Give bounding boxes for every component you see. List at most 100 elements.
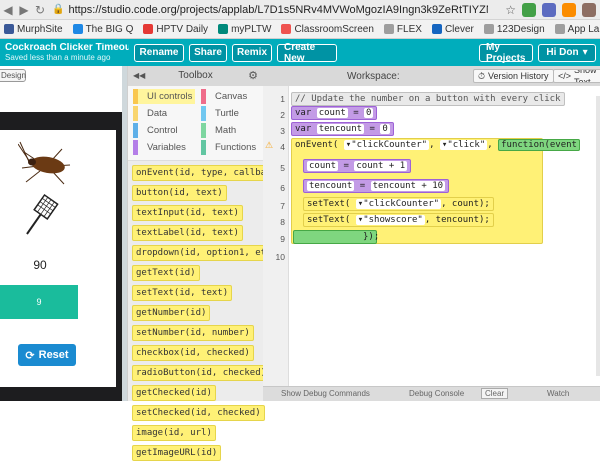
toolbox-block[interactable]: getText(id) [132, 265, 200, 281]
toolbox-block[interactable]: setText(id, text) [132, 285, 233, 301]
toolbox-block[interactable]: dropdown(id, option1, etc) [132, 245, 281, 261]
bookmark-item[interactable]: HPTV Daily [143, 24, 208, 35]
bookmark-item[interactable]: App Lab Code.org [554, 23, 600, 35]
toolbox-block[interactable]: setChecked(id, checked) [132, 405, 265, 421]
toolbox-category[interactable]: Variables [133, 140, 195, 155]
version-history-button[interactable]: ⏱ Version History [473, 69, 554, 83]
event-target-dropdown[interactable]: ▾"clickCounter" [343, 140, 430, 150]
toolbox-block[interactable]: image(id, url) [132, 425, 216, 441]
toolbox-category[interactable]: Canvas [201, 89, 263, 104]
settext-showscore-block[interactable]: setText( ▾"showscore", tencount); [303, 213, 494, 227]
assign-rhs[interactable]: count + 1 [354, 161, 408, 171]
toolbox-category[interactable]: UI controls [133, 89, 195, 104]
bookmark-star-icon[interactable]: ☆ [505, 3, 516, 17]
my-projects-button[interactable]: My Projects [479, 42, 533, 64]
line-number: 7 [280, 201, 285, 211]
var-name[interactable]: tencount [316, 124, 365, 134]
reload-icon[interactable]: ↻ [32, 2, 48, 18]
assign-count-block[interactable]: count = count + 1 [303, 159, 412, 173]
user-menu-button[interactable]: Hi Don ▾ [538, 43, 596, 62]
line-number-gutter: 1 2 3 4 5 6 7 8 9 10 ⚠ [263, 86, 289, 386]
bookmark-item[interactable]: MurphSite [4, 24, 63, 35]
settext-value[interactable]: count [452, 199, 479, 209]
forward-icon[interactable]: ▶ [16, 2, 32, 18]
bookmark-label: 123Design [496, 23, 545, 35]
bookmark-item[interactable]: FLEX [383, 24, 422, 35]
close-brace: }); [363, 232, 380, 242]
reset-label: Reset [38, 349, 69, 361]
toolbox-block[interactable]: getImageURL(id) [132, 445, 222, 461]
clear-button[interactable]: Clear [481, 388, 509, 399]
share-button[interactable]: Share [189, 43, 227, 62]
toolbox-blocks: onEvent(id, type, callback) button(id, te… [128, 161, 287, 465]
toolbox-category[interactable]: Functions [201, 140, 263, 155]
assign-rhs[interactable]: tencount + 10 [370, 181, 446, 191]
app-header: Cockroach Clicker Timeout Saved less tha… [0, 39, 600, 66]
toolbox-block[interactable]: getChecked(id) [132, 385, 216, 401]
reset-button[interactable]: ⟳ Reset [18, 344, 76, 366]
assign-lhs[interactable]: count [307, 161, 339, 171]
extension-icon[interactable] [542, 2, 556, 17]
toolbox-category[interactable]: Data [133, 106, 195, 121]
click-counter-button[interactable]: 9 [0, 285, 78, 319]
create-new-button[interactable]: Create New [277, 42, 337, 64]
settext-target-dropdown[interactable]: ▾"clickCounter" [355, 199, 442, 209]
warning-icon[interactable]: ⚠ [265, 140, 273, 151]
var-value[interactable]: 0 [364, 108, 374, 118]
bookmark-item[interactable]: Clever [431, 24, 474, 35]
show-text-button[interactable]: </> Show Text [553, 69, 600, 83]
assign-lhs[interactable]: tencount [307, 181, 355, 191]
debug-commands-toggle[interactable]: Show Debug Commands [281, 389, 370, 398]
bookmark-item[interactable]: ClassroomScreen [281, 24, 374, 35]
extension-icon[interactable] [562, 2, 576, 17]
bookmark-item[interactable]: myPLTW [218, 24, 271, 35]
bookmark-item[interactable]: The BIG Q [72, 24, 133, 35]
bookmark-label: MurphSite [17, 23, 63, 35]
function-block[interactable]: function(event [498, 139, 580, 151]
toolbox-block[interactable]: textInput(id, text) [132, 205, 243, 221]
var-keyword: var [295, 124, 312, 134]
event-type-dropdown[interactable]: ▾"click" [439, 140, 488, 150]
toolbox-category[interactable]: Math [201, 123, 263, 138]
code-blocks-area[interactable]: // Update the number on a button with ev… [291, 86, 600, 386]
bookmark-item[interactable]: 123Design [483, 23, 545, 35]
var-tencount-block[interactable]: var tencount = 0 [291, 122, 394, 136]
extension-icon[interactable] [522, 2, 536, 17]
cockroach-image[interactable] [17, 140, 78, 190]
var-name[interactable]: count [316, 108, 348, 118]
line-number: 9 [280, 234, 285, 244]
assign-tencount-block[interactable]: tencount = tencount + 10 [303, 179, 450, 193]
workspace-scrollbar[interactable] [596, 96, 600, 376]
swatter-image[interactable] [0, 190, 80, 250]
line-number: 6 [280, 183, 285, 193]
toolbox-block[interactable]: button(id, text) [132, 185, 227, 201]
bookmark-label: App Lab Code.org [567, 23, 600, 35]
toolbox-block[interactable]: checkbox(id, checked) [132, 345, 254, 361]
toolbox-block[interactable]: getNumber(id) [132, 305, 211, 321]
settext-value[interactable]: tencount [436, 215, 479, 225]
comment-block[interactable]: // Update the number on a button with ev… [291, 92, 565, 106]
remix-button[interactable]: Remix [232, 43, 272, 62]
chevron-down-icon: ▾ [582, 47, 588, 58]
browser-address-bar: ◀ ▶ ↻ 🔒 https://studio.code.org/projects… [0, 0, 600, 20]
rename-button[interactable]: Rename [134, 43, 184, 62]
line-number: 4 [280, 142, 285, 152]
gear-icon[interactable]: ⚙ [248, 66, 258, 86]
function-close-block[interactable]: }); [293, 230, 380, 244]
url-field[interactable]: https://studio.code.org/projects/applab/… [68, 4, 488, 16]
toolbox-category[interactable]: Turtle [201, 106, 263, 121]
profile-icon[interactable] [582, 2, 596, 17]
toolbox-block[interactable]: setNumber(id, number) [132, 325, 254, 341]
toolbox-block[interactable]: textLabel(id, text) [132, 225, 243, 241]
settext-count-block[interactable]: setText( ▾"clickCounter", count); [303, 197, 494, 211]
back-icon[interactable]: ◀ [0, 2, 16, 18]
var-count-block[interactable]: var count = 0 [291, 106, 378, 120]
collapse-icon[interactable]: ◀◀ [133, 66, 145, 86]
toolbox-category[interactable]: Control [133, 123, 195, 138]
toolbox-block[interactable]: radioButton(id, checked) [132, 365, 271, 381]
design-mode-tab[interactable]: Design [0, 69, 26, 82]
settext-target-dropdown[interactable]: ▾"showscore" [355, 215, 425, 225]
var-keyword: var [295, 108, 312, 118]
var-value[interactable]: 0 [380, 124, 390, 134]
bookmark-favicon-icon [281, 24, 292, 34]
